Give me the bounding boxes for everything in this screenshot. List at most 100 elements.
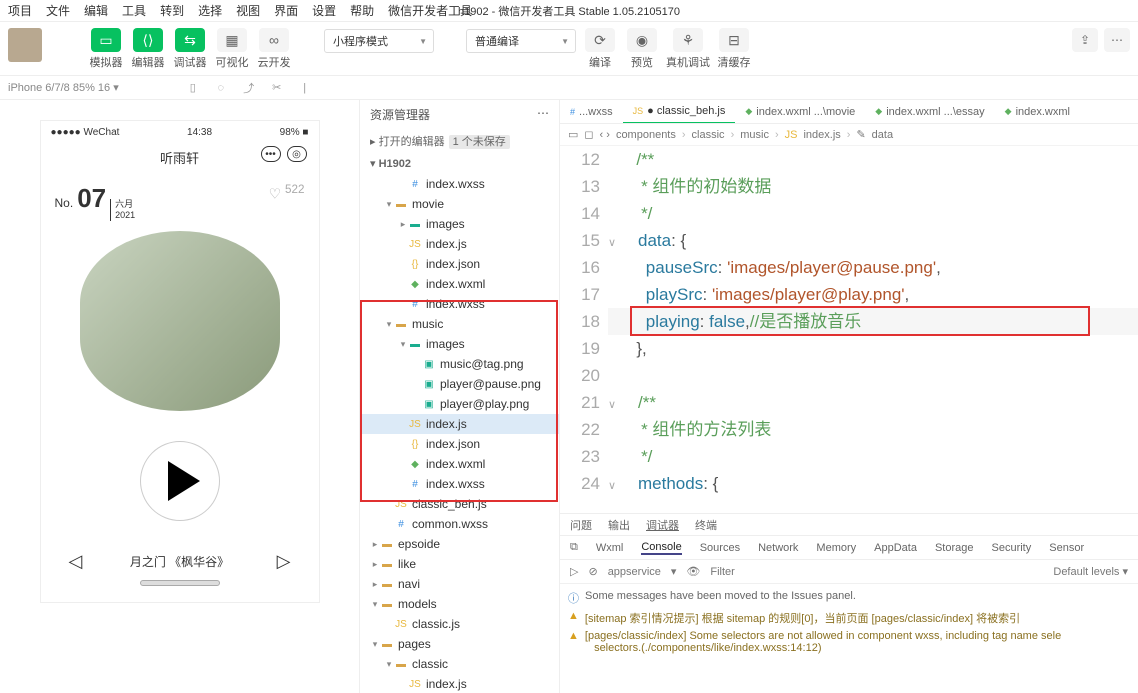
tree-item[interactable]: ▸▬navi — [360, 574, 559, 594]
tab-terminal[interactable]: 终端 — [695, 517, 717, 533]
menu-item[interactable]: 视图 — [236, 2, 260, 19]
tree-item[interactable]: ▸▬epsoide — [360, 534, 559, 554]
menu-dots-icon[interactable]: ••• — [261, 146, 281, 162]
tab-sources[interactable]: Sources — [700, 542, 740, 554]
target-icon[interactable]: ◎ — [287, 146, 307, 162]
menu-item[interactable]: 设置 — [312, 2, 336, 19]
tree-item[interactable]: #index.wxss — [360, 294, 559, 314]
menu-item[interactable]: 选择 — [198, 2, 222, 19]
tab-memory[interactable]: Memory — [816, 542, 856, 554]
tab-appdata[interactable]: AppData — [874, 542, 917, 554]
tree-item[interactable]: #common.wxss — [360, 514, 559, 534]
more-icon[interactable]: ⋯ — [1104, 28, 1130, 52]
heart-icon[interactable]: ♡ 522 — [269, 183, 305, 203]
phone-icon[interactable]: ▯ — [185, 80, 201, 96]
opened-editors[interactable]: ▸ 打开的编辑器1 个未保存 — [360, 129, 559, 153]
progress-slider[interactable] — [140, 580, 220, 586]
tree-item[interactable]: ▾▬models — [360, 594, 559, 614]
tab-debugger[interactable]: 调试器 — [646, 517, 679, 533]
tree-item[interactable]: ▣player@pause.png — [360, 374, 559, 394]
tab-output[interactable]: 输出 — [608, 517, 630, 533]
editor-tab[interactable]: JS● classic_beh.js — [623, 100, 736, 123]
tree-item[interactable]: ▾▬classic — [360, 654, 559, 674]
crumb[interactable]: music — [740, 129, 769, 141]
mode-select[interactable]: 小程序模式 — [324, 29, 434, 53]
editor-button[interactable]: ⟨⟩编辑器 — [130, 28, 166, 70]
tree-item[interactable]: {}index.json — [360, 254, 559, 274]
crumb[interactable]: data — [872, 129, 893, 141]
menu-item[interactable]: 文件 — [46, 2, 70, 19]
tree-item[interactable]: #index.wxss — [360, 474, 559, 494]
share-icon[interactable]: ⤴ — [241, 80, 257, 96]
tree-item[interactable]: ▾▬music — [360, 314, 559, 334]
tab-storage[interactable]: Storage — [935, 542, 974, 554]
realdebug-button[interactable]: ⚘真机调试 — [666, 28, 710, 70]
tab-network[interactable]: Network — [758, 542, 798, 554]
play-icon[interactable]: ▷ — [570, 565, 578, 578]
context-select[interactable]: appservice — [608, 566, 661, 578]
compile-button[interactable]: ⟳编译 — [582, 28, 618, 70]
tree-item[interactable]: JSclassic_beh.js — [360, 494, 559, 514]
editor-tab[interactable]: #...wxss — [560, 100, 623, 123]
avatar[interactable] — [8, 28, 42, 62]
tree-item[interactable]: {}index.json — [360, 434, 559, 454]
tree-item[interactable]: ◆index.wxml — [360, 454, 559, 474]
menu-item[interactable]: 项目 — [8, 2, 32, 19]
tab-console[interactable]: Console — [641, 541, 681, 555]
play-button[interactable] — [140, 441, 220, 521]
preview-button[interactable]: ◉预览 — [624, 28, 660, 70]
tab-security[interactable]: Security — [992, 542, 1032, 554]
crumb[interactable]: classic — [692, 129, 725, 141]
menu-item[interactable]: 转到 — [160, 2, 184, 19]
visual-button[interactable]: ▦可视化 — [214, 28, 250, 70]
tree-item[interactable]: ▣music@tag.png — [360, 354, 559, 374]
mute-icon[interactable]: ◌ — [213, 80, 229, 96]
tab-sensor[interactable]: Sensor — [1049, 542, 1084, 554]
editor-tab[interactable]: ◆index.wxml — [995, 100, 1080, 123]
project-root[interactable]: ▾ H1902 — [360, 153, 559, 174]
tree-item[interactable]: ◆index.wxml — [360, 274, 559, 294]
inspect-icon[interactable]: ⧉ — [570, 541, 578, 554]
prev-icon[interactable]: ◁ — [69, 551, 83, 572]
menu-item[interactable]: 工具 — [122, 2, 146, 19]
editor-tab[interactable]: ◆index.wxml ...\movie — [735, 100, 865, 123]
crumb[interactable]: components — [616, 129, 676, 141]
tree-item[interactable]: ▾▬pages — [360, 634, 559, 654]
debugger-button[interactable]: ⇆调试器 — [172, 28, 208, 70]
tree-item[interactable]: ▸▬like — [360, 554, 559, 574]
tree-item[interactable]: ▾▬movie — [360, 194, 559, 214]
nav-back-icon[interactable]: ▭ — [568, 128, 578, 141]
album-art — [80, 231, 280, 411]
clouddev-button[interactable]: ∞云开发 — [256, 28, 292, 70]
tab-problems[interactable]: 问题 — [570, 517, 592, 533]
tree-item[interactable]: JSindex.js — [360, 234, 559, 254]
menu-item[interactable]: 帮助 — [350, 2, 374, 19]
clear-icon[interactable]: ⊘ — [588, 565, 597, 578]
tree-item[interactable]: ▣player@play.png — [360, 394, 559, 414]
code-editor[interactable]: 12131415161718192021222324 /** * 组件的初始数据… — [560, 146, 1138, 513]
device-selector[interactable]: iPhone 6/7/8 85% 16 ▾ — [8, 81, 119, 94]
bookmark-icon[interactable]: ◻ — [584, 128, 593, 141]
cut-icon[interactable]: ✂ — [269, 80, 285, 96]
levels-select[interactable]: Default levels ▾ — [1053, 565, 1128, 578]
tree-item[interactable]: JSindex.js — [360, 674, 559, 693]
explorer-more-icon[interactable]: ⋯ — [537, 106, 549, 123]
warn-icon: ▲ — [568, 610, 579, 622]
tree-item[interactable]: ▸▬images — [360, 214, 559, 234]
menu-item[interactable]: 界面 — [274, 2, 298, 19]
next-icon[interactable]: ▷ — [277, 551, 291, 572]
simulator-button[interactable]: ▭模拟器 — [88, 28, 124, 70]
tree-item[interactable]: #index.wxss — [360, 174, 559, 194]
compile-select[interactable]: 普通编译 — [466, 29, 576, 53]
tree-item[interactable]: ▾▬images — [360, 334, 559, 354]
crumb[interactable]: index.js — [803, 129, 840, 141]
tab-wxml[interactable]: Wxml — [596, 542, 624, 554]
tree-item[interactable]: JSclassic.js — [360, 614, 559, 634]
filter-input[interactable] — [710, 566, 1043, 578]
upload-icon[interactable]: ⇪ — [1072, 28, 1098, 52]
menu-item[interactable]: 编辑 — [84, 2, 108, 19]
cache-button[interactable]: ⊟清缓存 — [716, 28, 752, 70]
eye-icon[interactable]: 👁 — [686, 565, 700, 578]
tree-item[interactable]: JSindex.js — [360, 414, 559, 434]
editor-tab[interactable]: ◆index.wxml ...\essay — [865, 100, 994, 123]
